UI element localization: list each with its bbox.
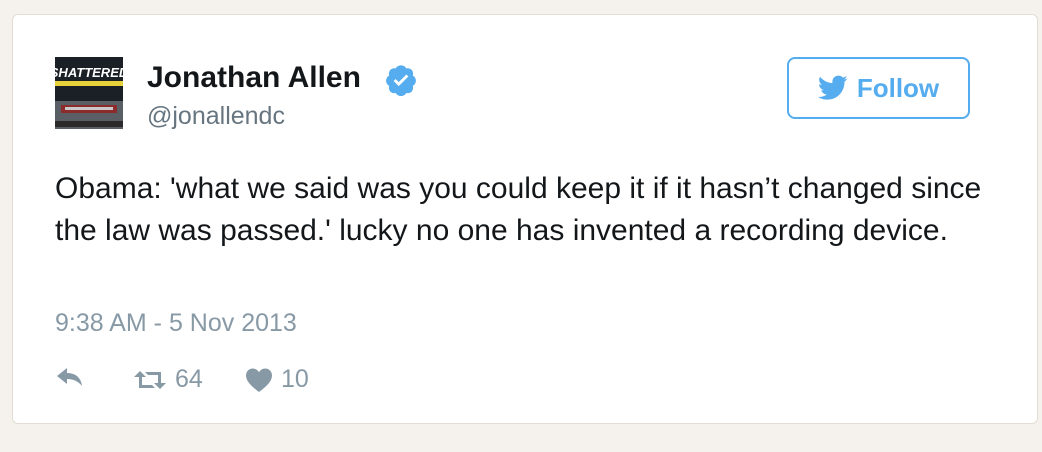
reply-button[interactable] bbox=[55, 365, 85, 389]
verified-badge-icon bbox=[386, 65, 416, 97]
retweet-count: 64 bbox=[175, 365, 203, 393]
tweet-card: SHATTERED Jonathan Allen @jonallendc Fol… bbox=[12, 14, 1038, 424]
heart-icon bbox=[246, 368, 272, 392]
author-name[interactable]: Jonathan Allen bbox=[147, 61, 361, 95]
follow-label: Follow bbox=[856, 72, 940, 103]
author-handle[interactable]: @jonallendc bbox=[147, 102, 285, 131]
follow-button[interactable]: Follow bbox=[787, 57, 970, 119]
reply-icon bbox=[57, 368, 82, 386]
tweet-text: Obama: 'what we said was you could keep … bbox=[55, 172, 982, 247]
tweet-timestamp[interactable]: 9:38 AM - 5 Nov 2013 bbox=[55, 309, 297, 338]
retweet-icon bbox=[134, 370, 166, 389]
avatar[interactable]: SHATTERED bbox=[55, 57, 123, 129]
retweet-button[interactable]: 64 bbox=[133, 365, 203, 394]
twitter-bird-icon bbox=[817, 75, 848, 100]
avatar-logo-text: SHATTERED bbox=[55, 65, 123, 80]
like-count: 10 bbox=[281, 365, 309, 393]
like-button[interactable]: 10 bbox=[245, 365, 309, 394]
